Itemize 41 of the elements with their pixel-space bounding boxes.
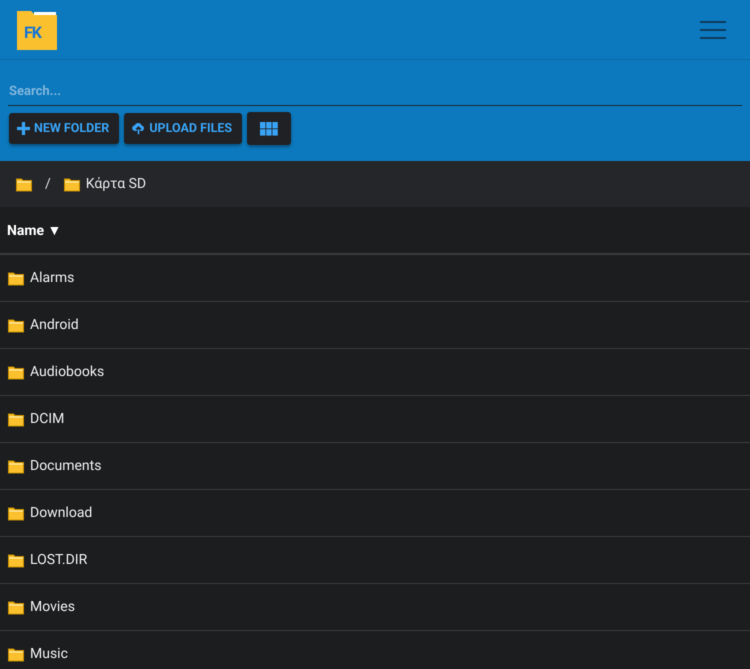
folder-row[interactable]: LOST.DIR xyxy=(0,537,750,584)
folder-name: Documents xyxy=(30,458,102,474)
folder-row[interactable]: Download xyxy=(0,490,750,537)
grid-view-button[interactable] xyxy=(247,112,292,145)
folder-row[interactable]: Alarms xyxy=(0,255,750,302)
folder-row[interactable]: Music xyxy=(0,631,750,669)
folder-icon xyxy=(8,646,24,662)
folder-name: Audiobooks xyxy=(30,364,104,380)
folder-icon xyxy=(8,600,24,614)
root-breadcrumb[interactable] xyxy=(16,176,32,192)
folder-name: Download xyxy=(30,505,92,521)
menu-button[interactable] xyxy=(700,20,726,38)
folder-name: Movies xyxy=(30,599,75,615)
name-column-header[interactable]: Name ▼ xyxy=(7,222,62,238)
folder-icon xyxy=(8,270,24,286)
folder-name: Alarms xyxy=(30,270,74,286)
folder-row[interactable]: Documents xyxy=(0,443,750,490)
new-folder-button[interactable]: NEW FOLDER xyxy=(9,113,120,144)
folder-row[interactable]: Audiobooks xyxy=(0,349,750,396)
folder-icon xyxy=(8,412,24,426)
plus-icon xyxy=(17,122,30,135)
folder-row[interactable]: Android xyxy=(0,302,750,349)
folder-row[interactable]: DCIM xyxy=(0,396,750,443)
breadcrumb-separator: / xyxy=(45,176,51,192)
app-logo: FK xyxy=(16,8,58,50)
cloud-upload-icon xyxy=(132,122,146,135)
folder-icon xyxy=(8,458,24,474)
folder-icon xyxy=(8,552,24,568)
breadcrumb-item[interactable]: Κάρτα SD xyxy=(64,176,146,192)
folder-row[interactable]: Movies xyxy=(0,584,750,631)
grid-icon xyxy=(260,122,278,136)
folder-icon xyxy=(8,364,24,380)
folder-name: Android xyxy=(30,317,79,333)
folder-name: Music xyxy=(30,646,68,662)
folder-icon xyxy=(8,506,24,520)
folder-name: LOST.DIR xyxy=(30,552,88,568)
folder-icon xyxy=(64,176,80,192)
folder-icon xyxy=(16,176,32,192)
upload-files-button[interactable]: UPLOAD FILES xyxy=(124,113,242,144)
folder-name: DCIM xyxy=(30,411,64,427)
folder-icon xyxy=(8,318,24,332)
